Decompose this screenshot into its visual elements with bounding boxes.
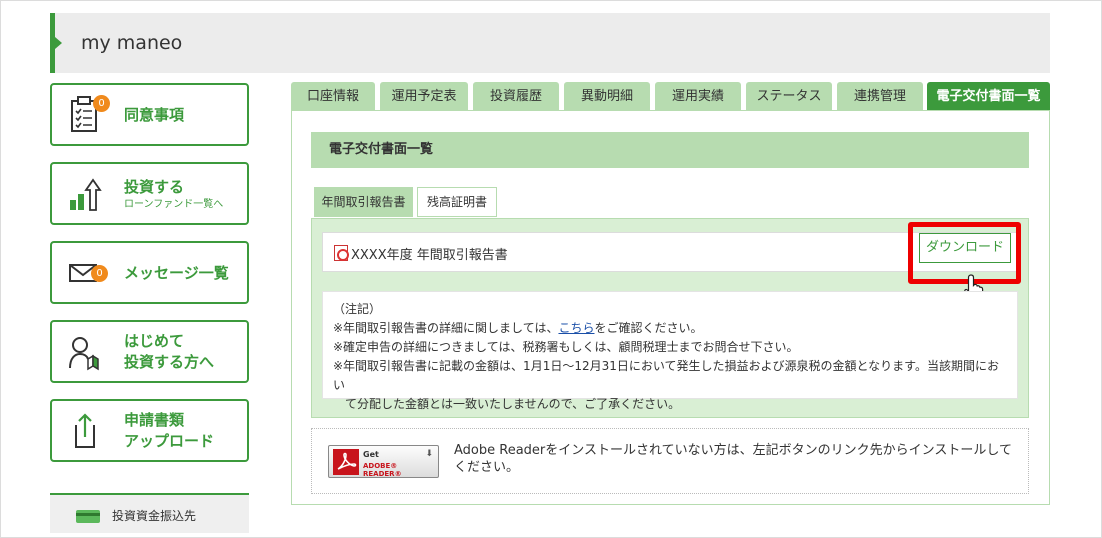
sidebar-item-beginners[interactable]: はじめて 投資する方へ (50, 320, 249, 383)
tab-status[interactable]: ステータス (746, 82, 832, 111)
person-beginner-icon (69, 337, 99, 371)
consent-badge: 0 (93, 95, 110, 112)
page-title: my maneo (81, 32, 183, 54)
section-title: 電子交付書面一覧 (311, 132, 1029, 168)
tab-movement-details[interactable]: 異動明細 (564, 82, 650, 111)
sidebar-item-label: メッセージ一覧 (124, 264, 229, 282)
sidebar-fund-account[interactable]: 投資資金振込先 (50, 493, 249, 533)
download-button[interactable]: ダウンロード (919, 233, 1011, 263)
tab-schedule[interactable]: 運用予定表 (380, 82, 468, 111)
document-list-area: XXXX年度 年間取引報告書 ダウンロード （注記） ※年間取引報告書の詳細に関… (311, 218, 1029, 418)
page-header: my maneo (50, 13, 1050, 73)
sidebar-item-upload[interactable]: 申請書類 アップロード (50, 399, 249, 462)
bank-card-icon (76, 510, 100, 523)
notes-line3-continued: て分配した金額とは一致いたしませんので、ご了承ください。 (345, 397, 681, 411)
details-link[interactable]: こちら (558, 321, 594, 335)
file-row: XXXX年度 年間取引報告書 ダウンロード (322, 222, 1021, 301)
document-upload-icon (75, 413, 95, 448)
tab-electronic-documents[interactable]: 電子交付書面一覧 (927, 82, 1050, 111)
adobe-install-text: Adobe Readerをインストールされていない方は、左記ボタンのリンク先から… (454, 443, 1012, 475)
get-adobe-reader-button[interactable]: Get ADOBE® READER® ⬇ (328, 445, 439, 478)
upload-label-line2: アップロード (124, 432, 215, 450)
fund-account-label: 投資資金振込先 (112, 509, 197, 523)
sidebar-item-invest[interactable]: 投資する ローンファンド一覧へ (50, 162, 249, 225)
notes-box: （注記） ※年間取引報告書の詳細に関しましては、こちらをご確認ください。 ※確定… (322, 291, 1018, 411)
main-panel: 電子交付書面一覧 年間取引報告書 残高証明書 XXXX年度 年間取引報告書 ダウ… (291, 110, 1050, 505)
notes-line3: ※年間取引報告書に記載の金額は、1月1日～12月31日において発生した損益および… (333, 359, 999, 392)
header-arrow-icon (55, 37, 62, 49)
notes-line1-text: ※年間取引報告書の詳細に関しましては、 (333, 321, 559, 335)
notes-line1-suffix: をご確認ください。 (594, 321, 703, 335)
bar-chart-arrow-icon (70, 178, 102, 211)
sidebar-item-label: 申請書類 アップロード (124, 410, 214, 452)
notes-heading: （注記） (333, 302, 382, 316)
sidebar-item-label: 同意事項 (124, 106, 185, 124)
adobe-reader-box: Get ADOBE® READER® ⬇ Adobe Readerをインストール… (311, 428, 1029, 494)
sidebar-item-label: 投資する ローンファンド一覧へ (124, 177, 223, 212)
invest-sublabel: ローンファンド一覧へ (124, 199, 224, 210)
invest-label: 投資する (124, 178, 185, 196)
beginners-label-line2: 投資する方へ (124, 353, 215, 371)
tab-performance[interactable]: 運用実績 (655, 82, 741, 111)
notes-line1: ※年間取引報告書の詳細に関しましては、こちらをご確認ください。 (333, 319, 1007, 338)
tab-account-info[interactable]: 口座情報 (291, 82, 375, 111)
messages-badge: 0 (91, 265, 108, 282)
notes-line2: ※確定申告の詳細につきましては、税務署もしくは、顧問税理士までお問合せ下さい。 (333, 340, 799, 354)
sidebar-item-label: はじめて 投資する方へ (124, 331, 214, 373)
upload-label-line1: 申請書類 (124, 411, 185, 429)
adobe-reader-text: ADOBE® READER® (363, 462, 402, 478)
beginners-label-line1: はじめて (124, 332, 185, 350)
pdf-icon (334, 245, 349, 261)
sidebar-item-messages[interactable]: 0 メッセージ一覧 (50, 241, 249, 304)
download-arrow-icon: ⬇ (425, 449, 433, 459)
tab-investment-history[interactable]: 投資履歴 (473, 82, 559, 111)
file-name: XXXX年度 年間取引報告書 (351, 248, 508, 263)
adobe-get-text: Get (363, 450, 379, 459)
sidebar-item-consent[interactable]: 0 同意事項 (50, 83, 249, 146)
tab-integration[interactable]: 連携管理 (837, 82, 923, 111)
adobe-logo-icon (333, 449, 359, 475)
subtab-annual-report[interactable]: 年間取引報告書 (314, 187, 413, 217)
subtab-balance-certificate[interactable]: 残高証明書 (417, 187, 497, 217)
